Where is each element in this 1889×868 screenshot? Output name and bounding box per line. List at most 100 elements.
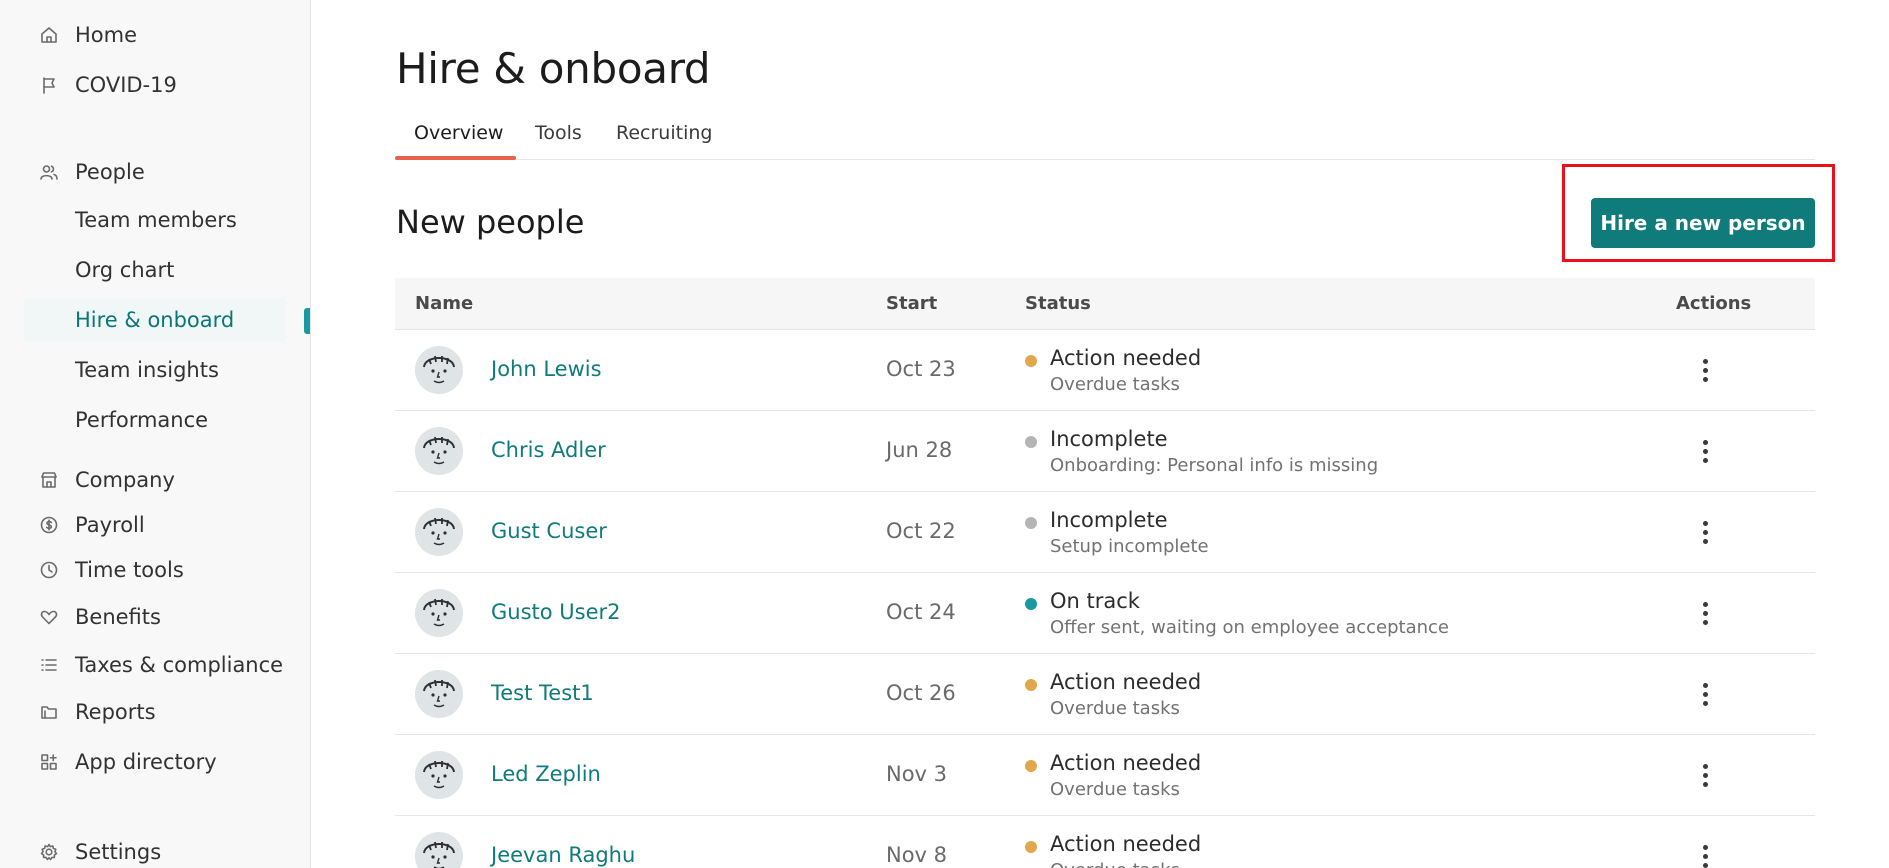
dollar-icon [38,514,60,536]
sidebar-item-covid[interactable]: COVID-19 [38,70,177,100]
sidebar-item-label: Home [75,23,138,47]
sidebar-subitem-team-insights[interactable]: Team insights [75,355,219,385]
page-title: Hire & onboard [396,44,711,93]
clock-icon [38,559,60,581]
tab-tools[interactable]: Tools [535,122,582,144]
sidebar-item-label: Time tools [75,558,184,582]
sidebar-item-label: App directory [75,750,217,774]
status-detail: Overdue tasks [1050,779,1180,800]
status-detail: Overdue tasks [1050,374,1180,395]
table-header: Name Start Status Actions [395,278,1815,330]
avatar [415,832,463,868]
person-name-link[interactable]: Jeevan Raghu [491,843,635,867]
status-label: Incomplete [1050,427,1168,451]
people-icon [38,161,60,183]
sidebar-subitem-org-chart[interactable]: Org chart [75,255,174,285]
status-dot [1025,760,1037,772]
more-actions-icon[interactable] [1690,676,1720,712]
column-header-actions: Actions [1676,293,1752,314]
sidebar-subitem-performance[interactable]: Performance [75,405,208,435]
status-detail: Overdue tasks [1050,860,1180,868]
status-dot [1025,517,1037,529]
sidebar-item-people[interactable]: People [38,157,145,187]
start-date: Nov 3 [886,762,948,786]
sidebar-item-company[interactable]: Company [38,465,175,495]
sidebar-item-home[interactable]: Home [38,20,137,50]
sidebar-item-label: Payroll [75,513,145,537]
more-actions-icon[interactable] [1690,595,1720,631]
tab-bar: Overview Tools Recruiting [395,114,1815,160]
person-name-link[interactable]: Chris Adler [491,438,606,462]
sidebar-subitem-hire-onboard[interactable]: Hire & onboard [75,305,234,335]
status-detail: Setup incomplete [1050,536,1209,557]
start-date: Oct 26 [886,681,956,705]
status-detail: Offer sent, waiting on employee acceptan… [1050,617,1449,638]
table-row: Gust Cuser Oct 22 Incomplete Setup incomple… [395,492,1815,573]
person-name-link[interactable]: Gusto User2 [491,600,621,624]
table-row: John Lewis Oct 23 Action needed Overdue tas… [395,330,1815,411]
status-label: Action needed [1050,346,1202,370]
start-date: Oct 23 [886,357,956,381]
sidebar-item-label: People [75,160,145,184]
status-label: Incomplete [1050,508,1168,532]
person-name-link[interactable]: Led Zeplin [491,762,601,786]
table-body: John Lewis Oct 23 Action needed Overdue tas… [395,330,1815,868]
avatar [415,589,463,637]
table-row: Chris Adler Jun 28 Incomplete Onboarding: P… [395,411,1815,492]
home-icon [38,24,60,46]
status-detail: Overdue tasks [1050,698,1180,719]
store-icon [38,469,60,491]
avatar [415,670,463,718]
status-dot [1025,679,1037,691]
table-row: Test Test1 Oct 26 Action needed Overdue tas… [395,654,1815,735]
sidebar-subitem-team-members[interactable]: Team members [75,205,237,235]
sidebar-item-label: Benefits [75,605,161,629]
sidebar-item-label: Taxes & compliance [75,653,284,677]
heart-icon [38,606,60,628]
hire-new-person-button[interactable]: Hire a new person [1591,198,1815,248]
apps-icon [38,751,60,773]
start-date: Oct 22 [886,519,956,543]
status-label: Action needed [1050,751,1202,775]
tab-overview[interactable]: Overview [414,122,503,144]
sidebar-item-label: Reports [75,700,156,724]
status-label: Action needed [1050,832,1202,856]
sidebar-item-app-directory[interactable]: App directory [38,747,217,777]
person-name-link[interactable]: Test Test1 [491,681,594,705]
more-actions-icon[interactable] [1690,514,1720,550]
avatar [415,427,463,475]
table-row: Jeevan Raghu Nov 8 Action needed Overdue ta… [395,816,1815,868]
flag-icon [38,74,60,96]
sidebar-item-settings[interactable]: Settings [38,837,161,867]
person-name-link[interactable]: Gust Cuser [491,519,607,543]
avatar [415,751,463,799]
more-actions-icon[interactable] [1690,838,1720,868]
status-dot [1025,355,1037,367]
new-people-table: Name Start Status Actions John Lewis Oct … [395,278,1815,868]
more-actions-icon[interactable] [1690,433,1720,469]
person-name-link[interactable]: John Lewis [491,357,602,381]
list-icon [38,654,60,676]
sidebar-item-taxes[interactable]: Taxes & compliance [38,650,283,680]
tab-recruiting[interactable]: Recruiting [616,122,712,144]
sidebar-item-reports[interactable]: Reports [38,697,156,727]
start-date: Oct 24 [886,600,956,624]
table-row: Led Zeplin Nov 3 Action needed Overdue task… [395,735,1815,816]
active-indicator [304,308,310,334]
sidebar-item-time-tools[interactable]: Time tools [38,555,184,585]
active-tab-underline [395,156,516,160]
avatar [415,346,463,394]
sidebar-item-label: Settings [75,840,162,864]
sidebar-item-label: Company [75,468,175,492]
start-date: Nov 8 [886,843,948,867]
more-actions-icon[interactable] [1690,757,1720,793]
sidebar: Home COVID-19 People Team members Org ch… [0,0,311,868]
status-dot [1025,841,1037,853]
column-header-status: Status [1025,293,1091,314]
sidebar-item-payroll[interactable]: Payroll [38,510,145,540]
sidebar-item-benefits[interactable]: Benefits [38,602,161,632]
more-actions-icon[interactable] [1690,352,1720,388]
gear-icon [38,841,60,863]
sidebar-item-label: COVID-19 [75,73,177,97]
column-header-start: Start [886,293,938,314]
